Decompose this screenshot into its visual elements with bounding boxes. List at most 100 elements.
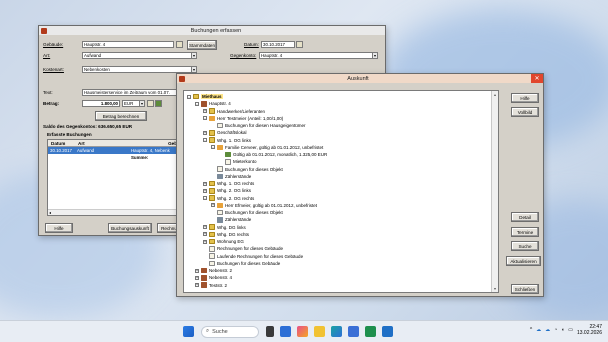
tree-node[interactable]: Laufende Rechnungen für dieses Gebäude xyxy=(203,253,303,260)
hilfe-button[interactable]: Hilfe xyxy=(45,223,73,233)
taskbar-clock[interactable]: 22:47 13.02.2026 xyxy=(577,324,602,336)
stammdaten-button[interactable]: Stammdaten xyxy=(187,40,217,50)
task-view-icon[interactable] xyxy=(266,326,274,337)
tree-node[interactable]: - Whg. 1. OG links xyxy=(203,137,251,144)
expand-icon[interactable]: + xyxy=(195,283,199,288)
tree-node[interactable]: - Herr Testmeier (Anteil: 1,00/1,00) xyxy=(203,115,283,122)
hilfe-button[interactable]: Hilfe xyxy=(511,93,539,103)
cloud-icon[interactable]: ☁ xyxy=(545,327,550,333)
kostenart-select[interactable]: Nebenkosten xyxy=(82,66,192,73)
chevron-up-icon[interactable]: ^ xyxy=(530,327,532,333)
currency-select[interactable]: EUR xyxy=(122,100,140,107)
tree-node[interactable]: + Whg. DG rechts xyxy=(203,231,249,238)
termine-button[interactable]: Termine xyxy=(511,227,539,237)
expand-icon[interactable]: + xyxy=(195,268,199,273)
tree-node[interactable]: + Teststr. 2 xyxy=(195,282,227,289)
expand-icon[interactable]: + xyxy=(195,275,199,280)
tree-node[interactable]: + Geschäftslokal xyxy=(203,129,247,136)
copilot-icon[interactable] xyxy=(297,326,308,337)
tree-node[interactable]: + Whg. 2. OG links xyxy=(203,187,251,194)
col-art[interactable]: Art xyxy=(75,140,129,146)
tree-node[interactable]: Buchungen für dieses Gebäude xyxy=(203,260,280,267)
tree-node[interactable]: - Familie Cerveer, gültig ab 01.01.2012, … xyxy=(211,144,323,151)
tree-node[interactable]: Mieterkonto xyxy=(219,158,257,165)
tree-node[interactable]: + Whg. DG links xyxy=(203,224,246,231)
gebaeude-field[interactable]: Hauptstr. 4 xyxy=(82,41,174,48)
network-icon[interactable]: ◔ xyxy=(554,327,557,333)
collapse-icon[interactable]: - xyxy=(203,196,207,201)
calendar-icon[interactable] xyxy=(296,41,303,48)
tree-node[interactable]: Zählerstände xyxy=(211,173,251,180)
close-icon[interactable]: ✕ xyxy=(531,74,543,83)
calculator-icon[interactable] xyxy=(147,100,154,107)
chevron-down-icon[interactable]: ▾ xyxy=(191,52,197,59)
aktualisieren-button[interactable]: Aktualisieren xyxy=(506,256,541,266)
datum-field[interactable]: 30.10.2017 xyxy=(261,41,295,48)
buchungsauskunft-button[interactable]: Buchungsauskunft xyxy=(108,223,152,233)
edge-icon[interactable] xyxy=(331,326,342,337)
tree-node[interactable]: + Wohnung EG xyxy=(203,238,244,245)
cloud-icon[interactable]: ☁ xyxy=(536,327,541,333)
taskbar-search[interactable]: ⌕ Suche xyxy=(201,325,259,338)
expand-icon[interactable]: + xyxy=(203,109,207,114)
tree-node[interactable]: + Herr Efmeier, gültig ab 01.01.2012, unb… xyxy=(211,202,317,209)
store-icon[interactable] xyxy=(348,326,359,337)
tree-node[interactable]: Gültig ab 01.01.2012, monatlich, 1.325,0… xyxy=(219,151,327,158)
collapse-icon[interactable]: - xyxy=(187,94,191,99)
gegenkonto-select[interactable]: Hauptstr. 4 xyxy=(259,52,373,59)
tree-node[interactable]: + Whg. 1. OG rechts xyxy=(203,180,254,187)
scroll-left-icon[interactable]: ◂ xyxy=(49,210,51,215)
file-explorer-icon[interactable] xyxy=(314,326,325,337)
tree-node[interactable]: Buchungen für dieses Objekt xyxy=(211,209,283,216)
tree-node[interactable]: - Whg. 2. OG rechts xyxy=(203,195,254,202)
expand-icon[interactable]: + xyxy=(203,225,207,230)
chevron-down-icon[interactable]: ▾ xyxy=(139,100,145,107)
widgets-icon[interactable] xyxy=(280,326,291,337)
schliessen-button[interactable]: Schließen xyxy=(511,284,539,294)
collapse-icon[interactable]: - xyxy=(203,116,207,121)
detail-button[interactable]: Detail xyxy=(511,212,539,222)
expand-icon[interactable]: + xyxy=(203,188,207,193)
col-geb[interactable]: Geb xyxy=(129,140,179,146)
suche-button[interactable]: Suche xyxy=(511,241,539,251)
collapse-icon[interactable]: - xyxy=(195,101,199,106)
tree-node[interactable]: + Nebenstr. 4 xyxy=(195,274,232,281)
collapse-icon[interactable]: - xyxy=(203,138,207,143)
tree-node[interactable]: Rechnungen für dieses Gebäude xyxy=(203,245,283,252)
app-green-icon[interactable] xyxy=(365,326,376,337)
expand-icon[interactable]: + xyxy=(203,130,207,135)
col-datum[interactable]: Datum xyxy=(48,140,75,146)
expand-icon[interactable]: + xyxy=(211,203,215,208)
tree-node[interactable]: - Hauptstr. 4 xyxy=(195,100,231,107)
expand-icon[interactable]: + xyxy=(203,232,207,237)
expand-icon[interactable]: + xyxy=(203,181,207,186)
tree-node[interactable]: + Handwerker/Lieferanten xyxy=(203,108,265,115)
betrag-berechnen-button[interactable]: Betrag berechnen xyxy=(95,111,147,121)
volume-icon[interactable]: ◖ xyxy=(561,327,564,333)
vollbild-button[interactable]: Vollbild xyxy=(511,107,539,117)
art-select[interactable]: Aufwand xyxy=(82,52,192,59)
object-tree[interactable]: - Miethaus - Hauptstr. 4 + Handwerker/Liefera… xyxy=(183,90,499,293)
betrag-field[interactable]: 1.800,00 xyxy=(82,100,120,107)
tree-node[interactable]: Zählerstände xyxy=(211,216,251,223)
tree-node[interactable]: Buchungen für diesen Hausgeigentümer xyxy=(211,122,306,129)
chevron-down-icon[interactable]: ▾ xyxy=(191,66,197,73)
expand-icon[interactable]: + xyxy=(203,239,207,244)
window-titlebar[interactable]: Buchungen erfassen xyxy=(39,26,385,35)
tree-node[interactable]: - Miethaus xyxy=(187,93,223,100)
horizontal-scrollbar[interactable]: ◂ xyxy=(48,209,180,215)
battery-icon[interactable]: ▭ xyxy=(568,327,573,333)
formula-icon[interactable] xyxy=(155,100,162,107)
chevron-down-icon[interactable]: ▾ xyxy=(372,52,378,59)
collapse-icon[interactable]: - xyxy=(211,145,215,150)
scroll-up-icon[interactable]: ▴ xyxy=(492,92,498,97)
tree-node[interactable]: + Nebenstr. 2 xyxy=(195,267,232,274)
erfasste-buchungen-table[interactable]: Datum Art Geb 30.10.2017 Aufwand Hauptst… xyxy=(47,139,181,216)
window-titlebar[interactable]: Auskunft ✕ xyxy=(177,74,543,83)
scroll-down-icon[interactable]: ▾ xyxy=(492,286,498,291)
outlook-icon[interactable] xyxy=(382,326,393,337)
tree-scrollbar[interactable]: ▴ ▾ xyxy=(491,91,498,292)
windows-start-icon[interactable] xyxy=(183,326,194,337)
gebaeude-lookup-icon[interactable] xyxy=(176,41,183,48)
tree-node[interactable]: Buchungen für dieses Objekt xyxy=(211,166,283,173)
